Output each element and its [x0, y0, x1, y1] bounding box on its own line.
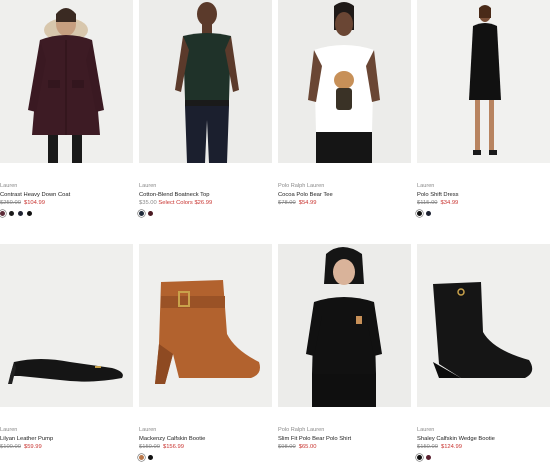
product-image-pump [0, 244, 133, 407]
product-brand: Polo Ralph Lauren [278, 183, 325, 189]
color-swatch[interactable] [9, 211, 14, 216]
product-price: $100.00 $59.99 [0, 444, 133, 451]
color-swatch[interactable] [27, 211, 32, 216]
color-swatches [417, 455, 550, 460]
original-price: $250.00 [0, 200, 21, 206]
product-grid: Lauren Contrast Heavy Down Coat $250.00 $… [0, 0, 550, 468]
product-brand: Lauren [417, 183, 435, 189]
product-card[interactable]: Lauren Lilyan Leather Pump $100.00 $59.99 [0, 244, 133, 451]
original-price: $100.00 [0, 444, 21, 450]
product-brand: Lauren [0, 183, 18, 189]
product-image[interactable] [417, 244, 550, 407]
sale-price: $65.00 [298, 444, 317, 450]
color-swatches [417, 211, 550, 216]
sale-price: $156.99 [162, 444, 184, 450]
original-price: $98.00 [278, 444, 296, 450]
product-name[interactable]: Mackenzy Calfskin Bootie [139, 436, 272, 443]
color-swatches [0, 211, 133, 216]
product-brand: Polo Ralph Lauren [278, 427, 325, 433]
product-card[interactable]: Lauren Polo Shift Dress $115.00 $34.99 [417, 0, 550, 216]
product-image[interactable] [278, 244, 411, 407]
product-image[interactable] [139, 0, 272, 163]
product-card[interactable]: Lauren Mackenzy Calfskin Bootie $150.00 $… [139, 244, 272, 460]
regular-price: $35.00 [139, 200, 157, 206]
color-swatch[interactable] [417, 211, 422, 216]
product-price: $98.00 $65.00 [278, 444, 411, 451]
color-swatch[interactable] [18, 211, 23, 216]
product-name[interactable]: Cocoa Polo Bear Tee [278, 192, 411, 199]
product-price: $115.00 $34.99 [417, 200, 550, 207]
product-image[interactable] [0, 244, 133, 407]
product-image[interactable] [417, 0, 550, 163]
color-swatch[interactable] [139, 211, 144, 216]
product-price: $150.00 $124.99 [417, 444, 550, 451]
original-price: $150.00 [417, 444, 438, 450]
product-card[interactable]: Lauren Contrast Heavy Down Coat $250.00 $… [0, 0, 133, 216]
color-swatches [139, 455, 272, 460]
product-image-coat [0, 0, 133, 163]
product-price: $35.00 Select Colors $26.99 [139, 200, 272, 207]
product-brand: Lauren [0, 427, 18, 433]
product-card[interactable]: Polo Ralph Lauren Cocoa Polo Bear Tee $7… [278, 0, 411, 207]
product-card[interactable]: Lauren Cotton-Blend Boatneck Top $35.00 … [139, 0, 272, 216]
product-name[interactable]: Shaley Calfskin Wedge Bootie [417, 436, 550, 443]
original-price: $115.00 [417, 200, 438, 206]
product-brand: Lauren [139, 427, 157, 433]
product-image-tee [278, 0, 411, 163]
product-image[interactable] [278, 0, 411, 163]
product-image-polo [278, 244, 411, 407]
color-swatch[interactable] [0, 211, 5, 216]
product-image[interactable] [139, 244, 272, 407]
product-name[interactable]: Lilyan Leather Pump [0, 436, 133, 443]
product-image[interactable] [0, 0, 133, 163]
product-price: $78.00 $54.99 [278, 200, 411, 207]
sale-note: Select Colors $26.99 [158, 200, 213, 206]
product-image-top [139, 0, 272, 163]
product-image-wedge [417, 244, 550, 407]
sale-price: $104.99 [23, 200, 45, 206]
product-brand: Lauren [139, 183, 157, 189]
color-swatch[interactable] [426, 211, 431, 216]
sale-price: $59.99 [23, 444, 42, 450]
original-price: $150.00 [139, 444, 160, 450]
color-swatch[interactable] [148, 455, 153, 460]
product-brand: Lauren [417, 427, 435, 433]
product-price: $250.00 $104.99 [0, 200, 133, 207]
product-price: $150.00 $156.99 [139, 444, 272, 451]
original-price: $78.00 [278, 200, 296, 206]
color-swatch[interactable] [426, 455, 431, 460]
product-image-bootie [139, 244, 272, 407]
product-name[interactable]: Contrast Heavy Down Coat [0, 192, 133, 199]
product-card[interactable]: Polo Ralph Lauren Slim Fit Polo Bear Pol… [278, 244, 411, 451]
color-swatches [139, 211, 272, 216]
color-swatch[interactable] [417, 455, 422, 460]
product-name[interactable]: Slim Fit Polo Bear Polo Shirt [278, 436, 411, 443]
product-name[interactable]: Polo Shift Dress [417, 192, 550, 199]
sale-price: $34.99 [440, 200, 459, 206]
product-image-dress [417, 0, 550, 163]
product-name[interactable]: Cotton-Blend Boatneck Top [139, 192, 272, 199]
color-swatch[interactable] [139, 455, 144, 460]
sale-price: $54.99 [298, 200, 317, 206]
product-card[interactable]: Lauren Shaley Calfskin Wedge Bootie $150… [417, 244, 550, 460]
color-swatch[interactable] [148, 211, 153, 216]
sale-price: $124.99 [440, 444, 462, 450]
